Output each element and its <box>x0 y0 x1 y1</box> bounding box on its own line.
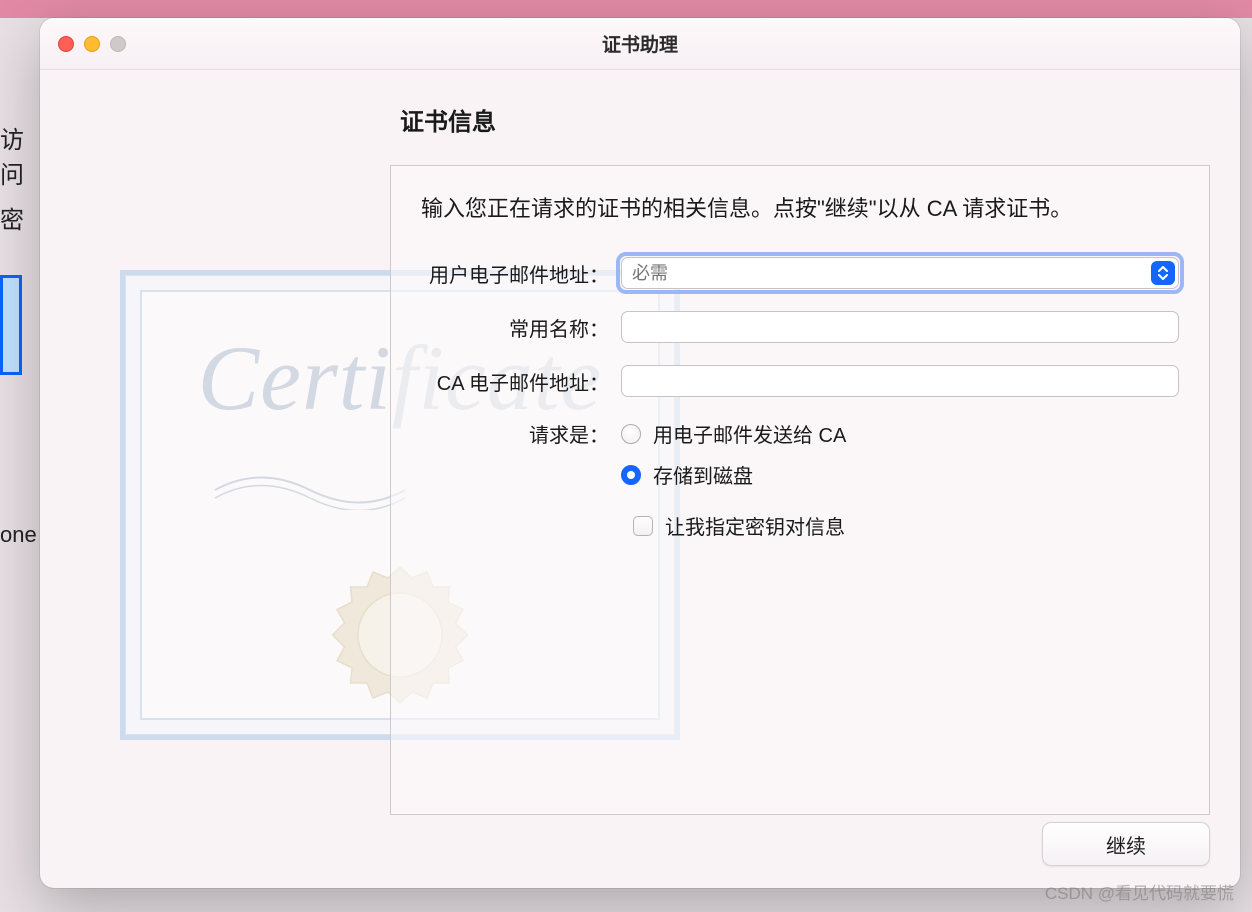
form-panel: 输入您正在请求的证书的相关信息。点按"继续"以从 CA 请求证书。 用户电子邮件… <box>390 165 1210 815</box>
checkbox-label: 让我指定密钥对信息 <box>665 511 845 540</box>
label-request: 请求是： <box>421 419 621 448</box>
background-text-fragment: 访问 <box>0 120 40 190</box>
row-user-email: 用户电子邮件地址： <box>421 257 1179 289</box>
minimize-button[interactable] <box>84 36 100 52</box>
radio-icon <box>621 424 641 444</box>
chevrons-updown-icon <box>1157 266 1169 280</box>
checkbox-specify-keypair[interactable]: 让我指定密钥对信息 <box>633 511 1179 540</box>
common-name-field[interactable] <box>621 311 1179 343</box>
window-titlebar[interactable]: 证书助理 <box>40 18 1240 70</box>
row-ca-email: CA 电子邮件地址： <box>421 365 1179 397</box>
user-email-combobox[interactable] <box>621 257 1179 289</box>
traffic-lights <box>58 36 126 52</box>
swirl-icon <box>210 470 410 510</box>
ca-email-field[interactable] <box>621 365 1179 397</box>
combobox-dropdown-button[interactable] <box>1151 261 1175 285</box>
label-ca-email: CA 电子邮件地址： <box>421 367 621 396</box>
label-user-email: 用户电子邮件地址： <box>421 259 621 288</box>
background-window-titlebar <box>0 0 1252 18</box>
zoom-button <box>110 36 126 52</box>
row-request: 请求是： 用电子邮件发送给 CA 存储到磁盘 <box>421 419 1179 489</box>
continue-button[interactable]: 继续 <box>1042 822 1210 866</box>
close-button[interactable] <box>58 36 74 52</box>
radio-icon <box>621 465 641 485</box>
checkbox-icon <box>633 516 653 536</box>
label-common-name: 常用名称： <box>421 313 621 342</box>
radio-label: 用电子邮件发送给 CA <box>653 419 846 448</box>
radio-label: 存储到磁盘 <box>653 460 753 489</box>
background-text-fragment: 密 <box>0 200 40 235</box>
radio-save-to-disk[interactable]: 存储到磁盘 <box>621 460 1179 489</box>
user-email-field[interactable] <box>621 257 1179 289</box>
window-title: 证书助理 <box>602 30 678 57</box>
footer-buttons: 继续 <box>1042 822 1210 866</box>
request-radio-group: 用电子邮件发送给 CA 存储到磁盘 <box>621 419 1179 489</box>
radio-email-to-ca[interactable]: 用电子邮件发送给 CA <box>621 419 1179 448</box>
background-selected-item <box>0 275 22 375</box>
background-text-fragment: one <box>0 522 37 548</box>
row-common-name: 常用名称： <box>421 311 1179 343</box>
certificate-assistant-window: 证书助理 Certificate 证书信息 输入您正在请求的证书的相关信息。点按… <box>40 18 1240 888</box>
row-keypair-checkbox: 让我指定密钥对信息 <box>633 511 1179 540</box>
window-content: Certificate 证书信息 输入您正在请求的证书的相关信息。点按"继续"以… <box>40 70 1240 888</box>
page-description: 输入您正在请求的证书的相关信息。点按"继续"以从 CA 请求证书。 <box>421 190 1179 227</box>
page-heading: 证书信息 <box>400 102 1210 137</box>
